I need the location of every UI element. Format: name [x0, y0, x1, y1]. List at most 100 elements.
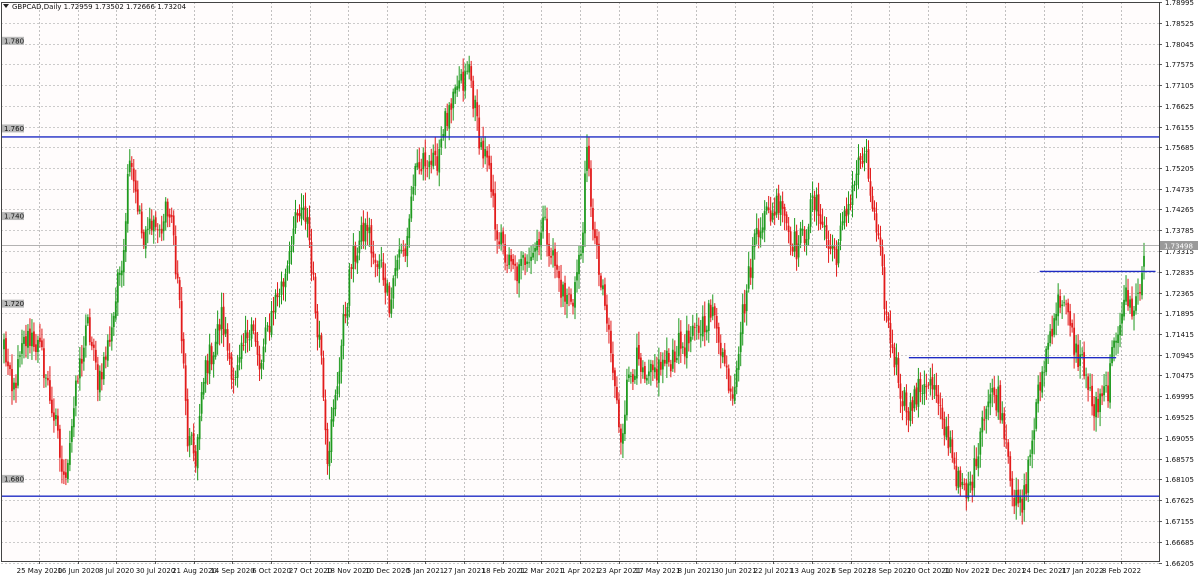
candle-body — [606, 304, 608, 324]
candle-body — [1011, 478, 1014, 496]
candle-body — [590, 168, 592, 207]
level-label-text: 1.740 — [4, 213, 24, 221]
candle-body — [102, 356, 105, 380]
candle-body — [82, 347, 85, 362]
candle-body — [719, 342, 722, 356]
candle-body — [853, 184, 856, 186]
candle-body — [883, 267, 886, 310]
candle-body — [158, 229, 161, 231]
candle-body — [66, 462, 69, 480]
candle-body — [1065, 303, 1068, 305]
candle-body — [915, 387, 918, 405]
candle-body — [57, 415, 59, 431]
candle-body — [733, 387, 736, 402]
candle-body — [1031, 440, 1034, 454]
candle-body — [80, 358, 83, 364]
candle-body — [142, 232, 145, 247]
candle-body — [446, 112, 449, 127]
candle-body — [70, 426, 73, 442]
price-axis-label: 1.66205 — [1165, 560, 1194, 568]
candle-body — [494, 193, 497, 230]
candle-body — [348, 269, 351, 306]
candle-body — [1115, 340, 1117, 343]
candle-body — [1139, 292, 1141, 294]
candle-body — [124, 221, 127, 253]
candle-body — [314, 276, 317, 314]
price-axis-label: 1.74265 — [1165, 206, 1194, 214]
candle-body — [859, 155, 862, 161]
candle-body — [468, 64, 471, 73]
candle-body — [544, 216, 546, 218]
candle-body — [122, 250, 125, 273]
candle-body — [1101, 393, 1103, 396]
candle-body — [566, 294, 568, 304]
candle-body — [753, 233, 756, 248]
candle-body — [721, 352, 724, 358]
candle-body — [396, 259, 399, 271]
candle-body — [438, 148, 441, 173]
candle-body — [490, 162, 493, 192]
candle-body — [1143, 255, 1145, 267]
candle-body — [1007, 442, 1010, 457]
candle-body — [206, 360, 209, 374]
candle-body — [1121, 314, 1123, 324]
date-axis-label: 6 Sep 2021 — [832, 567, 872, 575]
date-axis-label: 24 Dec 2021 — [1022, 567, 1067, 575]
candle-body — [316, 311, 319, 338]
candle-body — [1093, 404, 1095, 417]
candle-body — [899, 383, 902, 399]
candle-body — [735, 368, 738, 388]
chart-canvas: 1.78995 1.78525 1.78045 1.77575 1.77105 1.766… — [0, 0, 1200, 578]
date-axis-label: 8 Jul 2020 — [99, 567, 134, 575]
candle-body — [713, 306, 716, 316]
candle-body — [264, 327, 267, 345]
candle-body — [244, 330, 247, 344]
candle-body — [1059, 295, 1062, 308]
candle-body — [338, 371, 341, 384]
candle-body — [929, 379, 932, 386]
candle-body — [578, 254, 580, 275]
candle-body — [284, 273, 287, 288]
candle-body — [921, 393, 924, 395]
candle-body — [771, 212, 774, 220]
level-label-text: 1.680 — [4, 475, 24, 483]
candle-body — [861, 161, 864, 164]
candle-body — [302, 208, 305, 210]
candle-body — [402, 250, 405, 251]
candle-body — [15, 382, 17, 389]
candle-body — [41, 340, 43, 348]
candle-body — [961, 481, 964, 486]
candle-body — [88, 317, 91, 343]
candle-body — [558, 271, 560, 279]
date-axis-label: 28 Sep 2021 — [867, 567, 911, 575]
price-axis-label: 1.74735 — [1165, 186, 1194, 194]
candle-body — [374, 259, 377, 263]
price-axis-label: 1.77105 — [1165, 82, 1194, 90]
candle-body — [188, 436, 191, 446]
candle-body — [941, 407, 944, 420]
candle-body — [626, 379, 628, 416]
candle-body — [230, 356, 233, 380]
candle-body — [64, 472, 67, 478]
candle-body — [156, 229, 159, 231]
candle-body — [785, 214, 788, 224]
candle-body — [749, 267, 752, 278]
candle-body — [616, 386, 618, 401]
candle-body — [1087, 376, 1089, 390]
candle-body — [727, 368, 730, 391]
candle-body — [380, 259, 383, 261]
candle-body — [795, 230, 798, 260]
candle-body — [76, 380, 79, 382]
candle-body — [893, 347, 896, 368]
price-axis-label: 1.72835 — [1165, 269, 1194, 277]
candle-body — [126, 173, 129, 224]
candle-body — [925, 386, 928, 388]
date-axis-label: 10 Dec 2020 — [365, 567, 410, 575]
candle-body — [392, 278, 395, 299]
candle-body — [306, 217, 309, 224]
candle-body — [270, 311, 273, 335]
candle-body — [390, 299, 393, 314]
candle-body — [456, 86, 459, 90]
candle-body — [620, 428, 622, 443]
candle-body — [775, 195, 778, 215]
